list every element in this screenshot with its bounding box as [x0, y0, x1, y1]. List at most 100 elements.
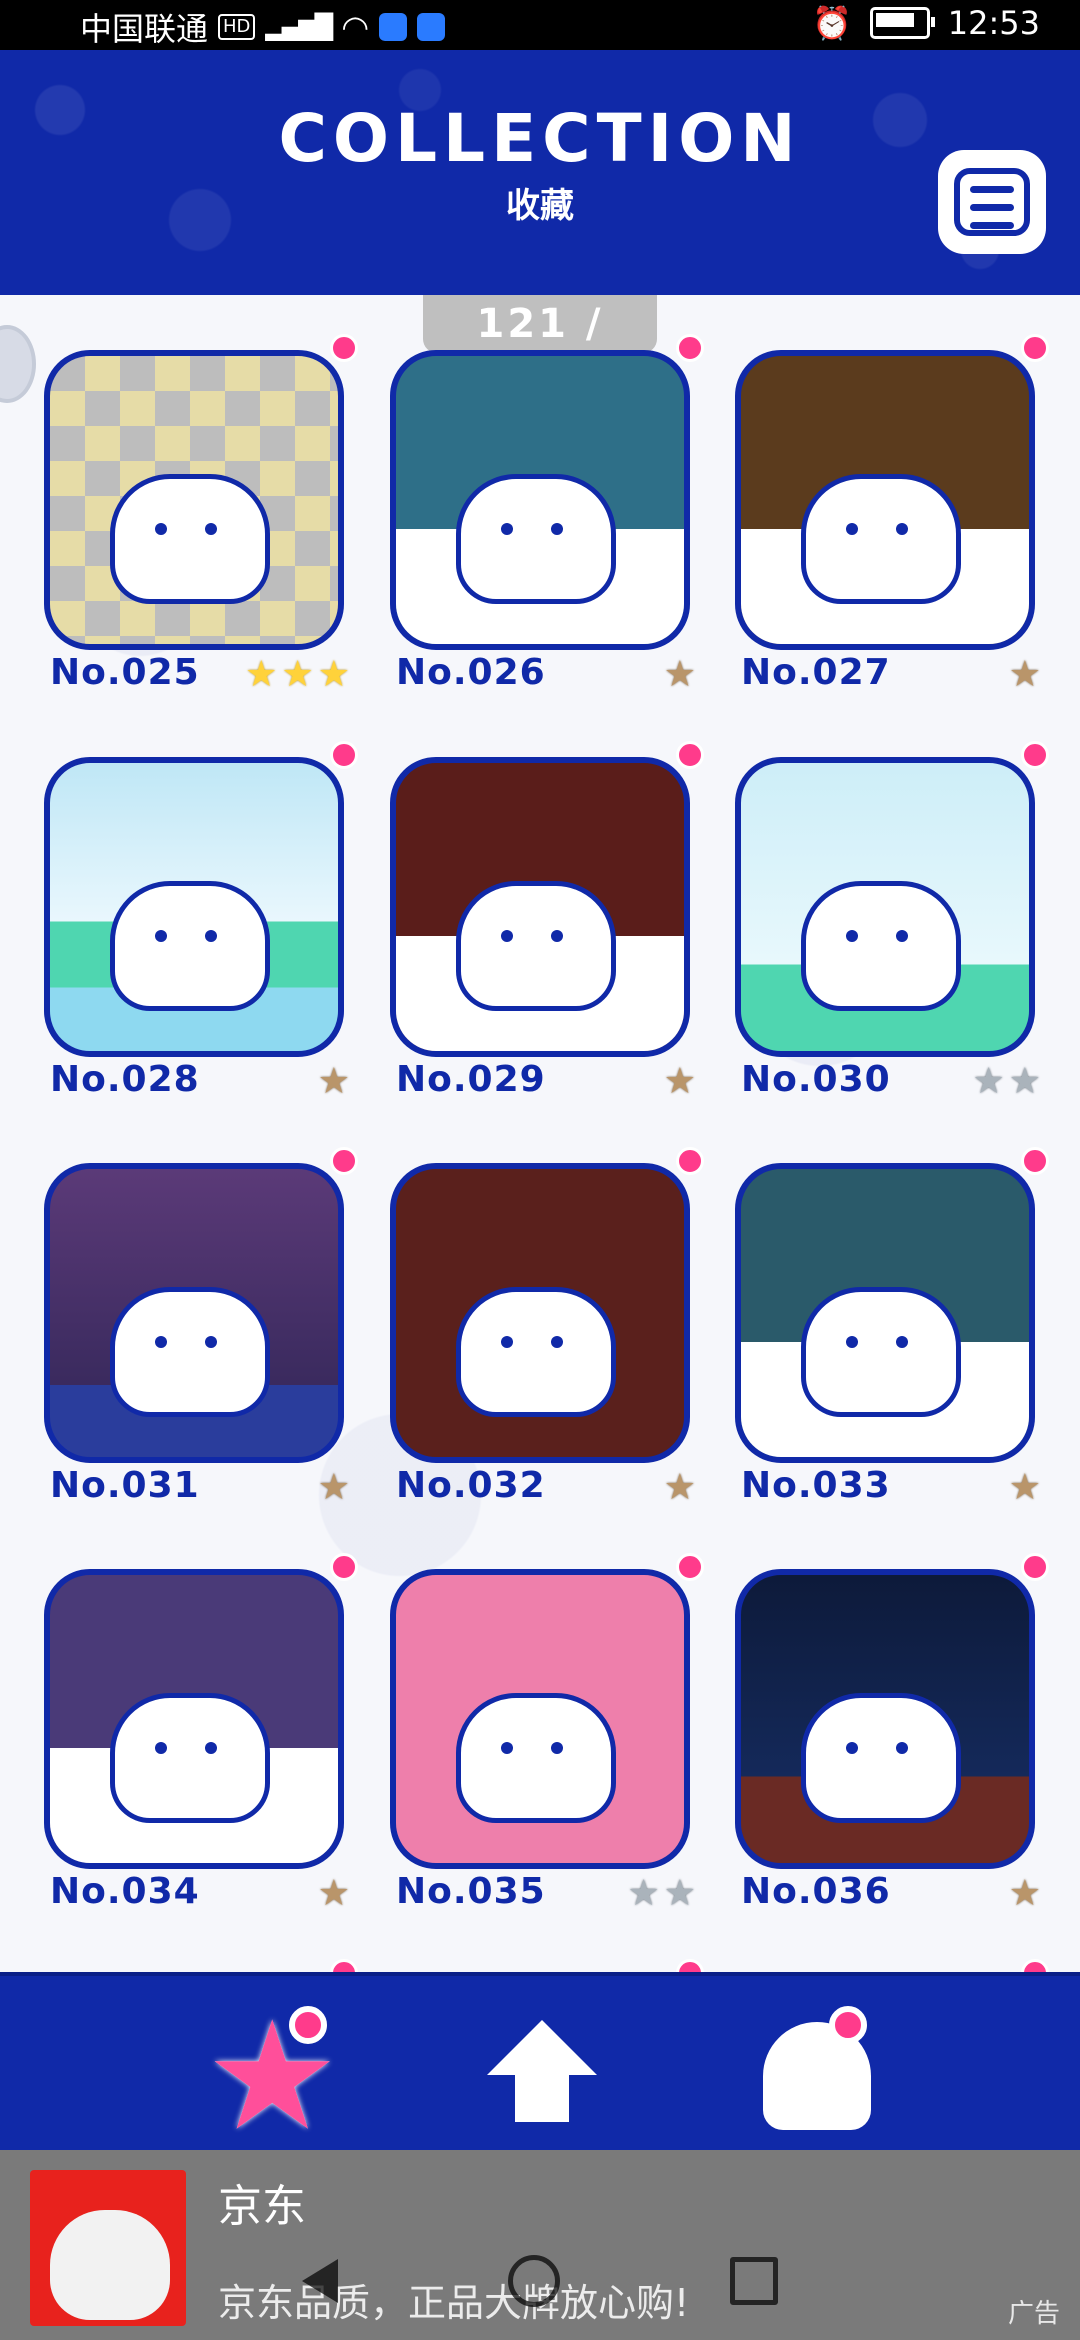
- card-number-label: No.034: [50, 1871, 200, 1912]
- home-icon: [487, 2020, 597, 2130]
- collection-card[interactable]: No.036 ★: [735, 1539, 1049, 1914]
- card-illustration: [735, 757, 1035, 1057]
- card-number-label: No.028: [50, 1059, 200, 1100]
- dog-character: [456, 1287, 616, 1417]
- notification-dot: [829, 2006, 867, 2044]
- star-rating: ★ ★: [972, 1062, 1041, 1102]
- dog-character: [456, 1693, 616, 1823]
- card-number-label: No.035: [396, 1871, 546, 1912]
- dog-character: [110, 1693, 270, 1823]
- collection-card[interactable]: [735, 1945, 1049, 1972]
- status-bar: 中国联通 HD ▂▄▆█ ◠ ⏰ 12:53: [0, 0, 1080, 50]
- gold-star-icon: ★: [317, 654, 350, 695]
- collection-card[interactable]: No.027 ★: [735, 320, 1049, 695]
- silver-star-icon: ★: [663, 1873, 696, 1914]
- card-number-label: No.036: [741, 1871, 891, 1912]
- star-rating: ★: [1009, 1874, 1041, 1914]
- card-illustration: [390, 350, 690, 650]
- scroll-handle[interactable]: [0, 325, 36, 403]
- dog-character: [456, 474, 616, 604]
- card-number-label: No.026: [396, 652, 546, 693]
- new-badge-dot: [676, 1147, 704, 1175]
- new-badge-dot: [676, 1959, 704, 1972]
- bronze-star-icon: ★: [1008, 654, 1041, 695]
- new-badge-dot: [676, 741, 704, 769]
- gold-star-icon: ★: [245, 654, 278, 695]
- card-illustration: [735, 1163, 1035, 1463]
- collection-card[interactable]: No.031 ★: [44, 1133, 358, 1508]
- collection-card[interactable]: [44, 1945, 358, 1972]
- new-badge-dot: [1021, 334, 1049, 362]
- star-rating: ★ ★ ★: [245, 655, 350, 695]
- card-illustration: [390, 1569, 690, 1869]
- clock: 12:53: [947, 4, 1040, 42]
- signal-icon: ▂▄▆█: [265, 13, 333, 41]
- wifi-icon: ◠: [341, 8, 370, 46]
- dog-character: [801, 1693, 961, 1823]
- bronze-star-icon: ★: [663, 1061, 696, 1102]
- search-app-icon: [417, 13, 446, 41]
- collection-card[interactable]: [390, 1945, 704, 1972]
- alarm-icon: ⏰: [811, 4, 852, 42]
- collection-card[interactable]: No.028 ★: [44, 727, 358, 1102]
- bronze-star-icon: ★: [317, 1061, 350, 1102]
- recents-icon[interactable]: [730, 2257, 778, 2305]
- new-badge-dot: [330, 1959, 358, 1972]
- card-number-label: No.029: [396, 1059, 546, 1100]
- page-subtitle: 收藏: [506, 186, 574, 226]
- notification-dot: [289, 2006, 327, 2044]
- bronze-star-icon: ★: [317, 1873, 350, 1914]
- new-badge-dot: [1021, 1553, 1049, 1581]
- dog-character: [456, 881, 616, 1011]
- home-circle-icon[interactable]: [508, 2255, 560, 2307]
- silver-star-icon: ★: [1008, 1061, 1041, 1102]
- bronze-star-icon: ★: [663, 654, 696, 695]
- header: COLLECTION 收藏: [0, 50, 1080, 295]
- system-nav-bar: [0, 2222, 1080, 2340]
- collection-card[interactable]: No.034 ★: [44, 1539, 358, 1914]
- nav-collection-button[interactable]: ★: [195, 1996, 345, 2152]
- star-rating: ★: [664, 1062, 696, 1102]
- card-number-label: No.027: [741, 652, 891, 693]
- back-icon[interactable]: [302, 2259, 338, 2303]
- card-illustration: [390, 757, 690, 1057]
- bronze-star-icon: ★: [663, 1467, 696, 1508]
- card-illustration: [44, 1569, 344, 1869]
- collection-grid-area[interactable]: 121 / 121 No.025★★★No.026★No.027★No.028★…: [0, 295, 1080, 1972]
- bronze-star-icon: ★: [1008, 1873, 1041, 1914]
- star-rating: ★: [664, 655, 696, 695]
- dog-character: [110, 474, 270, 604]
- menu-button[interactable]: [938, 150, 1046, 254]
- star-rating: ★: [318, 1468, 350, 1508]
- card-illustration: [44, 1163, 344, 1463]
- new-badge-dot: [330, 1553, 358, 1581]
- collection-card[interactable]: No.033 ★: [735, 1133, 1049, 1508]
- bottom-nav: ★: [0, 1972, 1080, 2154]
- collection-card[interactable]: No.029 ★: [390, 727, 704, 1102]
- collection-card[interactable]: No.035 ★ ★: [390, 1539, 704, 1914]
- star-rating: ★: [664, 1468, 696, 1508]
- dog-character: [110, 1287, 270, 1417]
- card-illustration: [735, 1569, 1035, 1869]
- collection-card[interactable]: No.026 ★: [390, 320, 704, 695]
- gold-star-icon: ★: [281, 654, 314, 695]
- collection-card[interactable]: No.032 ★: [390, 1133, 704, 1508]
- collection-card[interactable]: No.025 ★ ★ ★: [44, 320, 358, 695]
- menu-icon: [954, 168, 1030, 236]
- new-badge-dot: [676, 1553, 704, 1581]
- dog-character: [801, 474, 961, 604]
- star-rating: ★: [318, 1874, 350, 1914]
- dog-character: [110, 881, 270, 1011]
- bronze-star-icon: ★: [317, 1467, 350, 1508]
- new-badge-dot: [330, 334, 358, 362]
- new-badge-dot: [1021, 1147, 1049, 1175]
- card-number-label: No.031: [50, 1465, 200, 1506]
- nav-home-button[interactable]: [465, 1996, 615, 2136]
- dog-character: [801, 881, 961, 1011]
- collection-card[interactable]: No.030 ★ ★: [735, 727, 1049, 1102]
- new-badge-dot: [330, 741, 358, 769]
- card-number-label: No.030: [741, 1059, 891, 1100]
- carrier-label: 中国联通: [80, 10, 209, 48]
- nav-character-button[interactable]: [735, 1996, 885, 2136]
- card-number-label: No.025: [50, 652, 200, 693]
